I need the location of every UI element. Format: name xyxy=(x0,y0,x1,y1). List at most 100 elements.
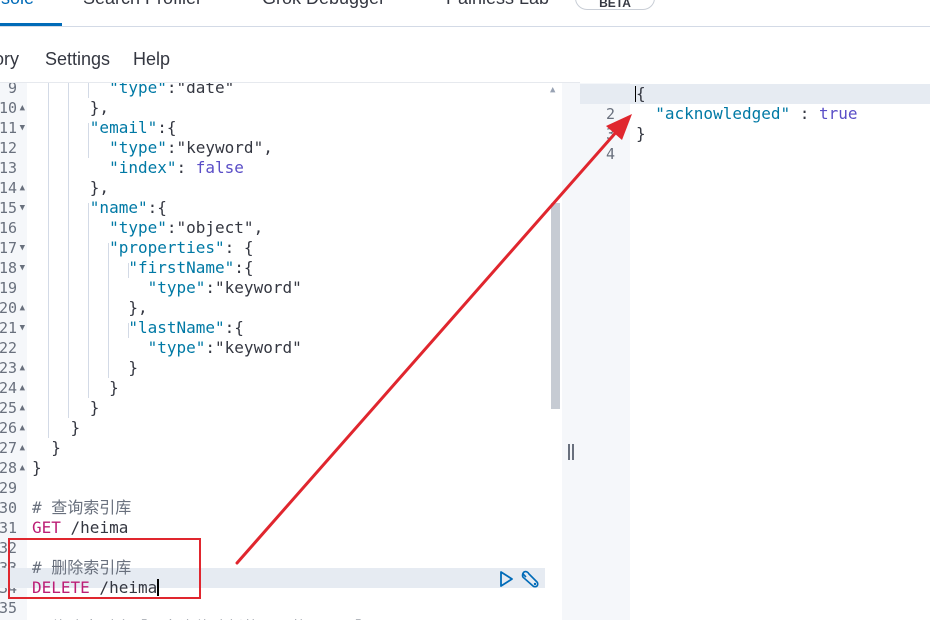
code-line[interactable]: "lastName":{ xyxy=(32,318,244,338)
fold-up-icon[interactable]: ▲ xyxy=(20,418,25,438)
top-nav: Console Search Profiler Grok Debugger Pa… xyxy=(0,0,930,27)
line-number: 18 ▼ xyxy=(0,258,27,278)
code-line[interactable]: # 删除索引库 xyxy=(32,558,131,578)
panel-resizer[interactable] xyxy=(562,83,580,620)
fold-up-icon[interactable]: ▲ xyxy=(20,298,25,318)
code-line[interactable]: }, xyxy=(32,298,147,318)
line-number: 25 ▲ xyxy=(0,398,27,418)
line-number-text: 29 xyxy=(0,479,17,497)
line-number: 28 ▲ xyxy=(0,458,27,478)
text-cursor xyxy=(157,579,160,596)
wrench-icon[interactable] xyxy=(520,569,542,589)
code-line[interactable]: "type":"keyword", xyxy=(32,138,273,158)
line-number-text: 20 xyxy=(0,299,17,317)
fold-up-icon[interactable]: ▲ xyxy=(20,98,25,118)
fold-down-icon[interactable]: ▼ xyxy=(20,238,25,258)
code-line[interactable]: "index": false xyxy=(32,158,244,178)
line-number-text: 35 xyxy=(0,599,17,617)
line-number: 11 ▼ xyxy=(0,118,27,138)
editor-scrollbar-thumb[interactable] xyxy=(551,203,560,409)
code-line[interactable]: }, xyxy=(32,98,109,118)
fold-up-icon[interactable]: ▲ xyxy=(20,438,25,458)
output-line-number: 2 xyxy=(580,104,630,124)
code-line[interactable]: "properties": { xyxy=(32,238,254,258)
scroll-up-arrow-icon[interactable]: ▲ xyxy=(550,85,555,95)
fold-up-icon[interactable]: ▲ xyxy=(20,378,25,398)
code-line[interactable]: "type":"date" xyxy=(32,83,234,98)
fold-up-icon[interactable]: ▲ xyxy=(20,398,25,418)
code-line[interactable]: } xyxy=(32,418,81,438)
request-editor[interactable]: 9 10 ▲ 11 ▼ 12 13 14 ▲ 15 ▼ 16 17 ▼ 18 ▼ 19 20 ▲ 21 ▼ 22 23 ▲ 24… xyxy=(0,83,562,620)
line-number: 21 ▼ xyxy=(0,318,27,338)
code-line[interactable]: "email":{ xyxy=(32,118,177,138)
menu-history[interactable]: History xyxy=(0,49,19,70)
line-number-text: 18 xyxy=(0,259,17,277)
output-line-number-text: 4 xyxy=(605,145,615,163)
fold-up-icon[interactable]: ▲ xyxy=(20,358,25,378)
active-tab-indicator xyxy=(0,23,62,26)
line-number-text: 26 xyxy=(0,419,17,437)
fold-down-icon[interactable]: ▼ xyxy=(20,318,25,338)
line-number: 32 xyxy=(0,538,27,558)
menu-settings[interactable]: Settings xyxy=(45,49,110,70)
code-line[interactable]: }, xyxy=(32,178,109,198)
play-icon[interactable] xyxy=(497,570,515,588)
code-line[interactable]: } xyxy=(32,438,61,458)
line-number-text: 23 xyxy=(0,359,17,377)
code-line[interactable]: } xyxy=(32,458,42,478)
response-output[interactable]: 1▼234 { "acknowledged" : true} xyxy=(580,83,930,620)
line-number: 30 xyxy=(0,498,27,518)
output-line-number: 3 xyxy=(580,124,630,144)
line-number-text: 11 xyxy=(0,119,17,137)
line-number-text: 9 xyxy=(7,83,17,97)
line-number-text: 27 xyxy=(0,439,17,457)
line-number: 35 xyxy=(0,598,27,618)
line-number-text: 15 xyxy=(0,199,17,217)
code-line[interactable]: } xyxy=(32,358,138,378)
line-number-text: 32 xyxy=(0,539,17,557)
tab-search-profiler[interactable]: Search Profiler xyxy=(83,0,202,9)
output-line-number: 4 xyxy=(580,144,630,164)
line-number-text: 24 xyxy=(0,379,17,397)
fold-up-icon[interactable]: ▲ xyxy=(20,458,25,478)
line-number: 31 xyxy=(0,518,27,538)
output-line: } xyxy=(636,124,646,143)
line-number-text: 30 xyxy=(0,499,17,517)
tab-console[interactable]: Console xyxy=(0,0,34,9)
line-number-text: 16 xyxy=(0,219,17,237)
line-number-text: 19 xyxy=(0,279,17,297)
fold-down-icon[interactable]: ▼ xyxy=(20,258,25,278)
code-line[interactable]: "type":"keyword" xyxy=(32,278,302,298)
line-number: 12 xyxy=(0,138,27,158)
output-active-line xyxy=(580,84,930,104)
line-number: 17 ▼ xyxy=(0,238,27,258)
line-number: 27 ▲ xyxy=(0,438,27,458)
code-line[interactable]: } xyxy=(32,378,119,398)
code-line[interactable]: DELETE /heima xyxy=(32,578,160,598)
tab-grok-debugger[interactable]: Grok Debugger xyxy=(262,0,385,9)
line-number: 19 xyxy=(0,278,27,298)
line-number: 24 ▲ xyxy=(0,378,27,398)
code-line[interactable]: "type":"keyword" xyxy=(32,338,302,358)
line-number: 16 xyxy=(0,218,27,238)
code-line[interactable]: "firstName":{ xyxy=(32,258,253,278)
line-number: 22 xyxy=(0,338,27,358)
output-gutter: 1▼234 xyxy=(580,83,630,620)
tab-painless-lab[interactable]: Painless Lab xyxy=(446,0,549,9)
fold-down-icon[interactable]: ▼ xyxy=(20,198,25,218)
output-line: { xyxy=(636,84,646,103)
code-line[interactable]: } xyxy=(32,398,100,418)
line-number-text: 31 xyxy=(0,519,17,537)
line-number: 15 ▼ xyxy=(0,198,27,218)
code-line[interactable]: "name":{ xyxy=(32,198,167,218)
output-line: "acknowledged" : true xyxy=(655,104,858,123)
code-line[interactable]: GET /heima xyxy=(32,518,128,538)
code-line[interactable]: # 查询索引库 xyxy=(32,498,131,518)
line-number: 26 ▲ xyxy=(0,418,27,438)
fold-down-icon[interactable]: ▼ xyxy=(20,118,25,138)
menu-help[interactable]: Help xyxy=(133,49,170,70)
code-line[interactable]: "type":"object", xyxy=(32,218,263,238)
line-number-text: 25 xyxy=(0,399,17,417)
fold-up-icon[interactable]: ▲ xyxy=(20,178,25,198)
code-area[interactable]: "type":"date" }, "email":{ "type":"keywo… xyxy=(32,83,552,620)
